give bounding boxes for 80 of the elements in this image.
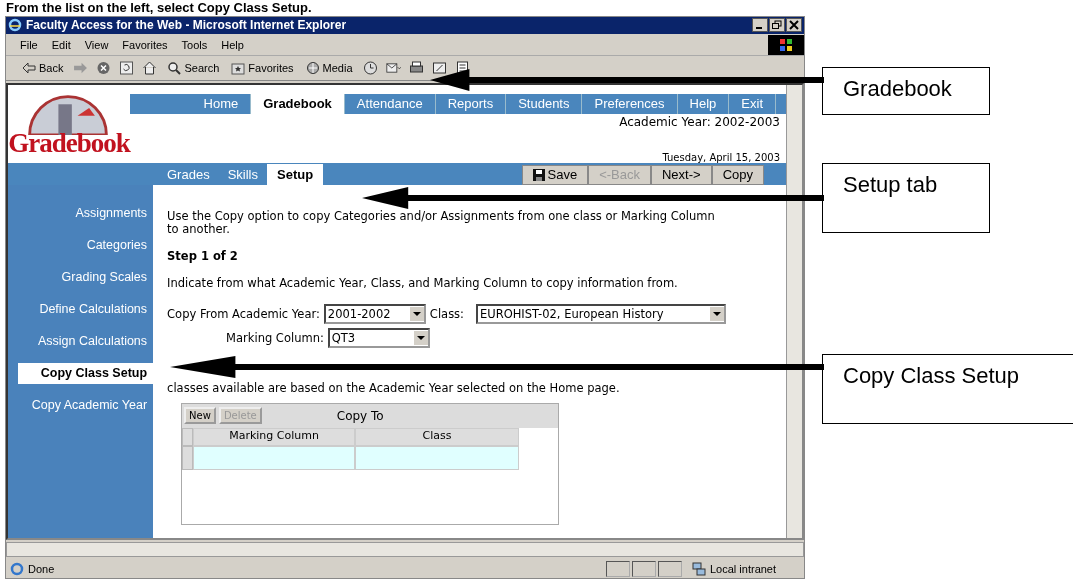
star-folder-icon [231,61,246,76]
sidebar-item[interactable]: Copy Class Setup [18,362,154,384]
sidebar-item[interactable]: Grading Scales [8,266,154,288]
clock-icon[interactable] [362,61,378,76]
status-text: Done [28,563,56,576]
step-text: Step 1 of 2 [167,249,239,263]
nav-tab[interactable]: Gradebook [251,93,345,114]
dropdown[interactable]: QT3 [327,327,430,348]
academic-year-text: Academic Year: 2002-2003 [619,114,780,129]
caret-icon [413,330,428,345]
callout-box: Copy Class Setup [822,354,1073,424]
toolbar-button[interactable]: Save [521,164,589,185]
edit-icon[interactable] [431,61,447,76]
page-icon [10,562,24,577]
menu-item[interactable]: Help [221,37,244,52]
status-pane [632,561,656,578]
table-cell[interactable] [355,445,520,470]
dropdown[interactable]: 2001-2002 [323,303,426,324]
nav-tab[interactable]: Reports [435,93,507,114]
nav-tab[interactable]: Students [506,93,583,114]
instruction-text: From the list on the left, select Copy Class Setup. [5,0,313,16]
close-icon[interactable] [786,18,802,33]
sidebar-item[interactable]: Copy Academic Year [8,394,154,416]
callout-box: Setup tab [822,163,990,233]
sidebar-item[interactable]: Assignments [8,202,154,224]
sub-tab[interactable]: Setup [267,163,324,185]
status-pane [658,561,682,578]
menu-item[interactable]: Tools [181,37,208,52]
refresh-icon[interactable] [119,61,135,76]
mail-icon[interactable] [385,61,401,76]
caret-icon [710,306,724,321]
browser-logo-icon [8,18,22,33]
network-icon [692,562,706,577]
restore-icon[interactable] [769,18,785,33]
window-title: Faculty Access for the Web - Microsoft Internet Explorer [26,18,348,33]
menu-item[interactable]: View [84,37,109,52]
caret-icon [409,306,424,321]
menu-item[interactable]: Edit [51,37,71,52]
printer-icon[interactable] [408,61,424,76]
date-text: Tuesday, April 15, 2003 [662,151,780,163]
toolbar-button[interactable]: Copy [711,164,764,185]
intro-text: Use the Copy option to copy Categories and/or Assignments from one class or Marking Column to another. [167,209,716,236]
nav-tab[interactable]: Help [677,93,730,114]
sidebar-item[interactable]: Assign Calculations [8,330,154,352]
sub-tab[interactable]: Grades [158,163,219,185]
menu-item[interactable]: Favorites [122,37,168,52]
horizontal-scrollbar[interactable] [6,541,804,558]
zone-text: Local intranet [710,563,778,576]
nav-tab[interactable]: Exit [729,93,776,114]
callout-box: Gradebook [822,67,990,115]
menu-item[interactable]: File [20,37,38,52]
vertical-scrollbar[interactable] [786,84,802,538]
field-label: Marking Column: [226,330,324,345]
logo-text: Gradebook [8,127,130,159]
dropdown[interactable]: EUROHIST-02, European History [476,303,726,324]
nav-tab[interactable]: Attendance [344,93,436,114]
windows-logo-icon [768,34,804,55]
search-icon [167,61,182,76]
panel-title: Copy To [336,408,384,423]
field-label: Copy From Academic Year: [167,306,320,321]
note-text: classes available are based on the Academic Year selected on the Home page. [167,381,621,395]
toolbar-button[interactable]: Next-> [651,164,712,185]
status-pane [606,561,630,578]
instruction-text: Indicate from what Academic Year, Class, and Marking Column to copy information from. [167,276,679,290]
favorites-button[interactable]: Favorites [229,61,296,76]
search-button[interactable]: Search [165,61,222,76]
field-label: Class: [429,306,464,321]
stop-icon[interactable] [96,61,112,76]
home-icon[interactable] [142,61,158,76]
media-button[interactable]: Media [303,61,355,76]
back-button[interactable]: Back [20,61,66,76]
nav-tab[interactable]: Preferences [582,93,678,114]
panel-button[interactable]: New [184,407,216,425]
sub-tab[interactable]: Skills [218,163,267,185]
sidebar-item[interactable]: Categories [8,234,154,256]
globe-icon [305,61,320,76]
table-cell[interactable] [193,445,356,470]
sidebar-item[interactable]: Define Calculations [8,298,154,320]
minimize-icon[interactable] [752,18,768,33]
arrow-left-icon [22,61,36,76]
